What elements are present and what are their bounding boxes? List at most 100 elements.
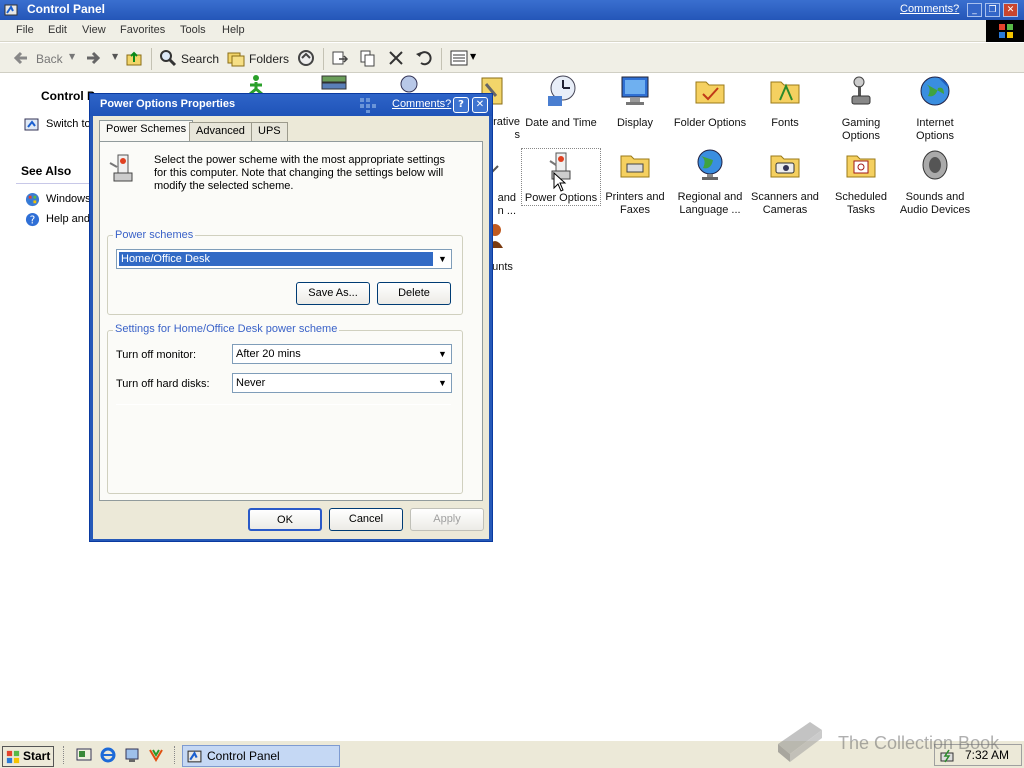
chevron-down-icon[interactable]: ▼ <box>434 250 451 268</box>
switch-to-category-link[interactable]: Switch to <box>46 118 91 130</box>
control-panel-icon <box>4 4 18 16</box>
fonts-label: Fonts <box>771 117 799 129</box>
chevron-down-icon[interactable]: ▼ <box>434 374 451 392</box>
menu-tools[interactable]: Tools <box>180 24 206 36</box>
dialog-title: Power Options Properties <box>100 98 236 110</box>
tab-advanced[interactable]: Advanced <box>189 122 252 141</box>
date-and-time-label: Date and Time <box>525 117 597 129</box>
search-button[interactable]: Search <box>181 52 219 66</box>
help-icon: ? <box>25 212 40 226</box>
menu-help[interactable]: Help <box>222 24 245 36</box>
forward-dropdown-icon[interactable]: ▼ <box>112 52 118 61</box>
chevron-down-icon[interactable]: ▼ <box>434 345 451 363</box>
watermark-text: The Collection Book <box>838 733 1000 753</box>
undo-icon[interactable] <box>415 49 433 67</box>
power-options-dialog[interactable]: Power Options Properties Comments? ? ✕ P… <box>89 93 493 542</box>
turn-off-monitor-label: Turn off monitor: <box>116 349 197 361</box>
windows-flag-icon <box>999 24 1013 38</box>
globe-icon <box>697 149 723 180</box>
power-options-label: Power Options <box>524 192 598 204</box>
folders-button[interactable]: Folders <box>249 52 289 66</box>
dialog-grip-icon <box>360 98 376 113</box>
printers-and-faxes-label: Printers and Faxes <box>605 191 665 216</box>
menu-favorites[interactable]: Favorites <box>120 24 165 36</box>
toolbar: Back ▼ ▼ Search Folders ▼ <box>0 43 1024 73</box>
show-desktop-icon[interactable] <box>76 747 92 763</box>
scheduled-tasks-label: Scheduled Tasks <box>835 191 887 216</box>
turn-off-hard-disks-select[interactable]: Never ▼ <box>232 373 452 393</box>
windows-update-link[interactable]: Windows <box>46 193 91 205</box>
copy-to-icon[interactable] <box>359 49 377 67</box>
back-arrow-icon[interactable] <box>12 49 30 67</box>
tab-ups[interactable]: UPS <box>251 122 288 141</box>
svg-text:?: ? <box>30 214 35 226</box>
back-button[interactable]: Back <box>36 52 63 66</box>
scanner-icon <box>770 155 800 178</box>
close-button[interactable]: ✕ <box>1003 3 1018 17</box>
gaming-options-label: Gaming Options <box>841 117 881 142</box>
globe-icon <box>920 76 950 106</box>
dialog-help-button[interactable]: ? <box>453 97 469 113</box>
folder-options-label: Folder Options <box>673 117 747 129</box>
delete-icon[interactable] <box>387 49 405 67</box>
network-setup-icon[interactable] <box>124 747 140 763</box>
mouse-cursor-icon <box>553 172 567 192</box>
delete-button[interactable]: Delete <box>377 282 451 305</box>
scheduled-tasks-item[interactable]: Scheduled Tasks <box>821 148 901 217</box>
help-and-support-link[interactable]: Help and <box>46 213 90 225</box>
turn-off-hard-disks-label: Turn off hard disks: <box>116 378 210 390</box>
back-dropdown-icon[interactable]: ▼ <box>69 52 75 61</box>
date-and-time-item[interactable]: Date and Time <box>521 74 601 130</box>
dialog-close-button[interactable]: ✕ <box>472 97 488 113</box>
views-dropdown-icon[interactable]: ▼ <box>470 52 476 61</box>
window-title-bar[interactable]: Control Panel Comments? _ ❐ ✕ <box>0 0 1024 20</box>
save-as-button[interactable]: Save As... <box>296 282 370 305</box>
comments-link[interactable]: Comments? <box>900 3 959 15</box>
display-item[interactable]: Display <box>595 74 675 130</box>
regional-and-language-item[interactable]: Regional and Language ... <box>670 148 750 217</box>
internet-explorer-icon[interactable] <box>100 747 116 763</box>
tab-power-schemes[interactable]: Power Schemes <box>99 120 194 141</box>
folders-icon[interactable] <box>227 49 245 67</box>
turn-off-monitor-select[interactable]: After 20 mins ▼ <box>232 344 452 364</box>
minimize-button[interactable]: _ <box>967 3 982 17</box>
add-remove-programs-icon <box>321 75 347 90</box>
see-also-heading: See Also <box>21 164 72 178</box>
search-icon[interactable] <box>159 49 177 67</box>
restore-button[interactable]: ❐ <box>985 3 1000 17</box>
scanners-and-cameras-item[interactable]: Scanners and Cameras <box>745 148 825 217</box>
menu-file[interactable]: File <box>16 24 34 36</box>
internet-options-label: Internet Options <box>916 117 954 142</box>
menu-edit[interactable]: Edit <box>48 24 67 36</box>
move-to-icon[interactable] <box>331 49 349 67</box>
gaming-options-item[interactable]: Gaming Options <box>821 74 901 143</box>
ok-button[interactable]: OK <box>248 508 322 531</box>
folder-options-item[interactable]: Folder Options <box>670 74 750 130</box>
display-label: Display <box>616 117 654 129</box>
views-icon[interactable] <box>450 49 468 67</box>
internet-options-item[interactable]: Internet Options <box>895 74 975 143</box>
cancel-button[interactable]: Cancel <box>329 508 403 531</box>
printers-and-faxes-item[interactable]: Printers and Faxes <box>595 148 675 217</box>
toolbar-separator <box>441 48 442 70</box>
windows-logo-box <box>986 20 1024 42</box>
windows-media-icon[interactable] <box>148 747 164 763</box>
monitor-icon <box>621 76 649 105</box>
dialog-title-bar[interactable]: Power Options Properties Comments? ? ✕ <box>90 94 492 116</box>
start-label: Start <box>23 749 51 763</box>
dialog-comments-link[interactable]: Comments? <box>392 98 451 110</box>
taskbar-control-panel[interactable]: Control Panel <box>182 745 340 767</box>
power-scheme-value: Home/Office Desk <box>119 252 433 266</box>
control-panel-heading: Control P <box>41 89 95 103</box>
settings-group-label: Settings for Home/Office Desk power sche… <box>113 323 340 335</box>
power-scheme-select[interactable]: Home/Office Desk ▼ <box>116 249 452 269</box>
sounds-and-audio-item[interactable]: Sounds and Audio Devices <box>895 148 975 217</box>
folder-sync-icon[interactable] <box>297 49 315 67</box>
forward-arrow-icon[interactable] <box>84 49 102 67</box>
apply-button[interactable]: Apply <box>410 508 484 531</box>
menu-view[interactable]: View <box>82 24 106 36</box>
up-folder-icon[interactable] <box>125 49 143 67</box>
power-schemes-panel: Select the power scheme with the most ap… <box>99 141 483 501</box>
fonts-item[interactable]: Fonts <box>745 74 825 130</box>
start-button[interactable]: Start <box>2 746 54 767</box>
